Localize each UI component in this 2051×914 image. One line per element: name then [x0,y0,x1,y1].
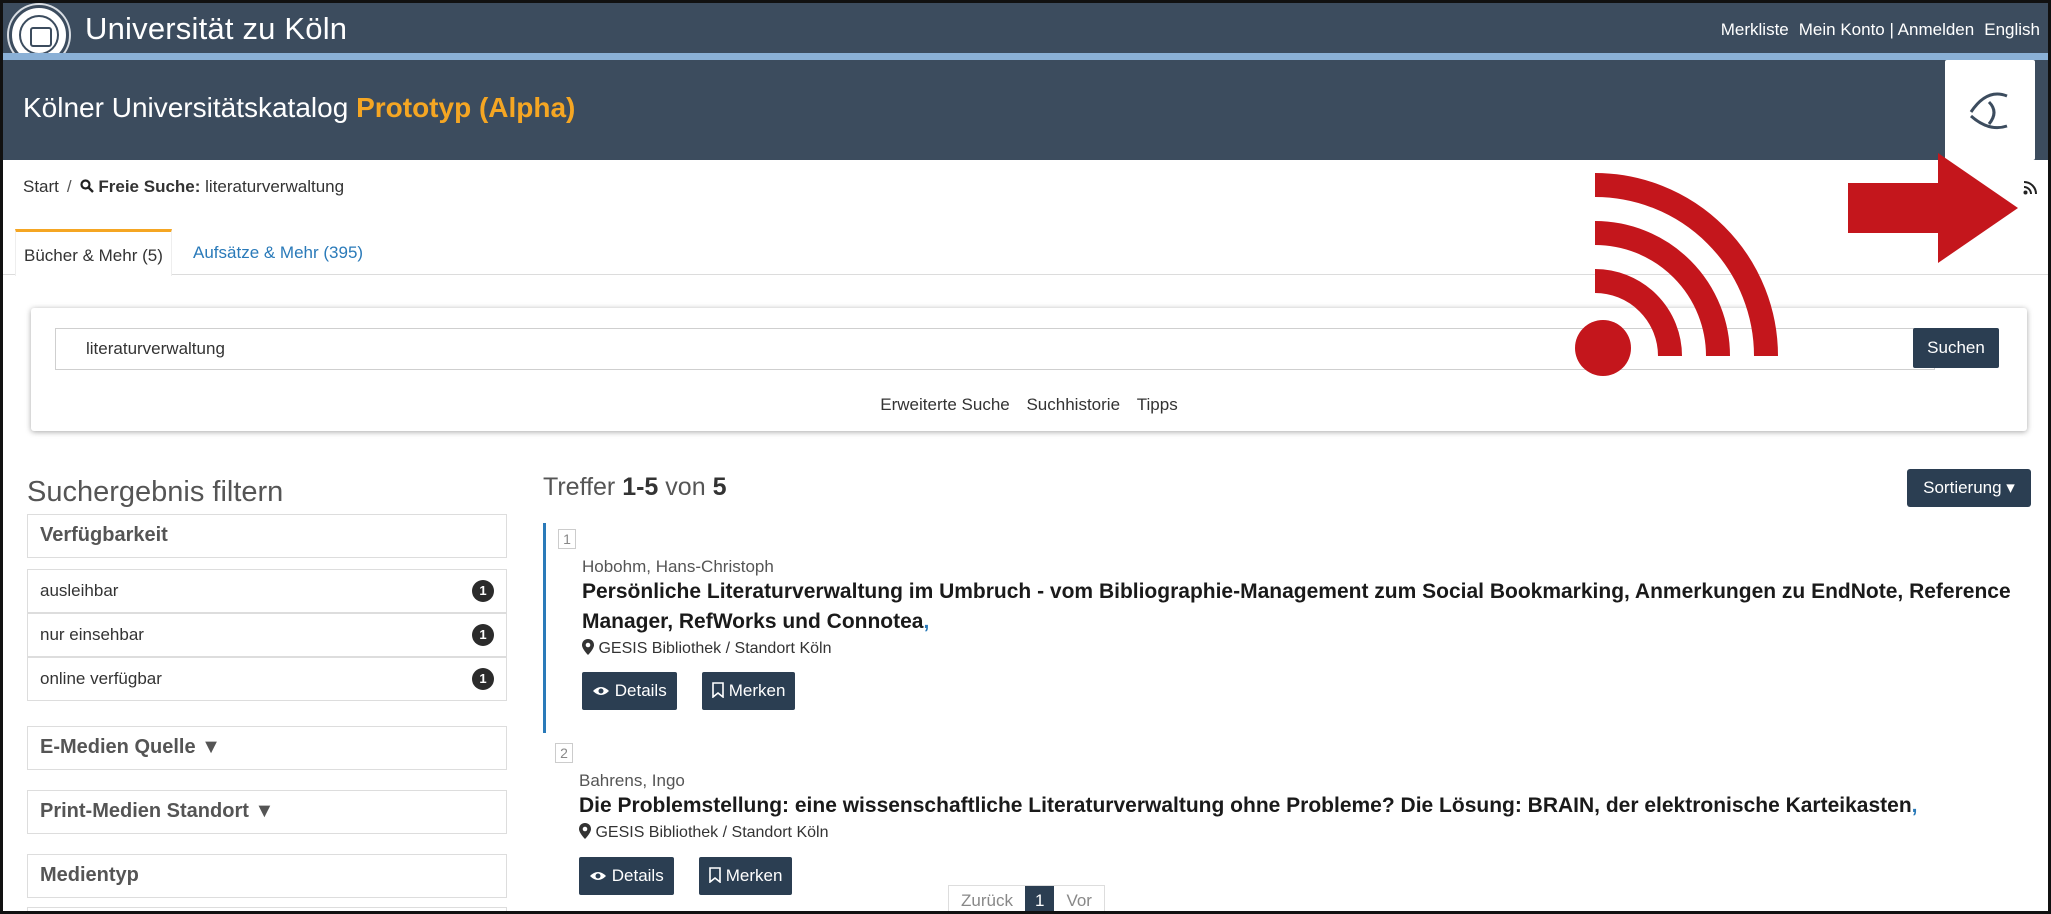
catalog-badge: Prototyp (Alpha) [356,92,576,123]
filter-option-label: online verfügbar [40,669,162,688]
result-location: GESIS Bibliothek / Standort Köln [582,639,831,658]
filter-mediatype-title[interactable]: Medientyp [27,854,507,898]
arrow-right-icon [1848,153,2018,263]
details-label: Details [611,866,664,885]
filter-option-label: ausleihbar [40,581,119,600]
count-badge: 1 [472,668,494,690]
hits-total: 5 [712,473,727,501]
bookmark-icon [712,682,724,699]
count-badge: 1 [472,580,494,602]
pagination-current[interactable]: 1 [1024,886,1055,911]
top-stripe [3,53,2048,60]
search-icon [80,179,94,193]
breadcrumb-start[interactable]: Start [23,177,59,196]
details-button[interactable]: Details [579,857,674,895]
search-button[interactable]: Suchen [1913,328,1999,368]
tab-articles[interactable]: Aufsätze & Mehr (395) [185,229,371,275]
details-button[interactable]: Details [582,672,677,710]
rss-annotation-icon [1575,173,1778,376]
pagination-prev[interactable]: Zurück [949,886,1025,911]
filter-option-ausleihbar[interactable]: ausleihbar 1 [27,569,507,613]
catalog-name: Kölner Universitätskatalog [23,92,349,123]
filter-option-nur-einsehbar[interactable]: nur einsehbar 1 [27,613,507,657]
eye-icon [590,872,606,880]
result-location: GESIS Bibliothek / Standort Köln [579,823,828,842]
top-links: Merkliste Mein Konto | Anmelden English [1721,20,2040,40]
advanced-search-link[interactable]: Erweiterte Suche [880,395,1009,414]
result-author[interactable]: Bahrens, Ingo [579,771,685,791]
search-history-link[interactable]: Suchhistorie [1026,395,1120,414]
save-button[interactable]: Merken [702,672,796,710]
result-title-text: Persönliche Literaturverwaltung im Umbru… [582,580,2011,633]
result-title[interactable]: Persönliche Literaturverwaltung im Umbru… [582,577,2022,637]
link-english[interactable]: English [1984,20,2040,40]
breadcrumb: Start / Freie Suche: literaturverwaltung [23,177,344,197]
result-title-text: Die Problemstellung: eine wissenschaftli… [579,794,1912,817]
hits-range: 1-5 [622,473,659,501]
link-merkliste[interactable]: Merkliste [1721,20,1789,40]
tab-books[interactable]: Bücher & Mehr (5) [15,229,172,276]
filter-emedia-toggle[interactable]: E-Medien Quelle ▼ [27,726,507,770]
bookmark-icon [709,867,721,884]
filter-mediatype-row[interactable] [27,907,507,911]
save-label: Merken [728,681,786,700]
result-author[interactable]: Hobohm, Hans-Christoph [582,557,774,577]
filter-option-label: nur einsehbar [40,625,144,644]
university-name[interactable]: Universität zu Köln [85,11,347,47]
hits-summary: Treffer 1-5 von 5 [543,473,726,502]
result-item: 2 Bahrens, Ingo Die Problemstellung: ein… [543,737,2031,911]
filter-availability-title[interactable]: Verfügbarkeit [27,514,507,558]
pagination: Zurück 1 Vor [948,885,1105,911]
hits-of: von [665,473,706,501]
details-label: Details [614,681,667,700]
filter-option-online[interactable]: online verfügbar 1 [27,657,507,701]
rss-icon[interactable] [2023,181,2037,195]
search-links: Erweiterte Suche Suchhistorie Tipps [31,395,2027,415]
page: Universität zu Köln Merkliste Mein Konto… [0,0,2051,914]
result-item: 1 Hobohm, Hans-Christoph Persönliche Lit… [543,523,2031,733]
usb-logo-mark [1969,92,2008,130]
tips-link[interactable]: Tipps [1137,395,1178,414]
catalog-header: Kölner Universitätskatalog Prototyp (Alp… [3,60,2048,160]
count-badge: 1 [472,624,494,646]
result-location-text: GESIS Bibliothek / Standort Köln [598,640,832,657]
breadcrumb-search-label: Freie Suche: [98,177,201,196]
result-location-text: GESIS Bibliothek / Standort Köln [595,824,829,841]
save-button[interactable]: Merken [699,857,793,895]
filter-heading: Suchergebnis filtern [27,476,284,508]
map-marker-icon [579,823,591,839]
map-marker-icon [582,639,594,655]
top-bar: Universität zu Köln Merkliste Mein Konto… [3,3,2048,65]
result-number: 1 [558,529,576,549]
pagination-next[interactable]: Vor [1054,886,1104,911]
filter-print-toggle[interactable]: Print-Medien Standort ▼ [27,790,507,834]
result-number: 2 [555,743,573,763]
sort-button[interactable]: Sortierung ▾ [1907,469,2031,507]
catalog-title[interactable]: Kölner Universitätskatalog Prototyp (Alp… [23,92,575,124]
eye-icon [593,687,609,695]
usb-logo-icon[interactable] [1945,60,2035,160]
save-label: Merken [725,866,783,885]
hits-prefix: Treffer [543,473,616,501]
breadcrumb-separator: / [66,177,72,196]
result-title[interactable]: Die Problemstellung: eine wissenschaftli… [579,791,2019,821]
link-account-login[interactable]: Mein Konto | Anmelden [1799,20,1974,40]
breadcrumb-search-term: literaturverwaltung [205,177,345,196]
